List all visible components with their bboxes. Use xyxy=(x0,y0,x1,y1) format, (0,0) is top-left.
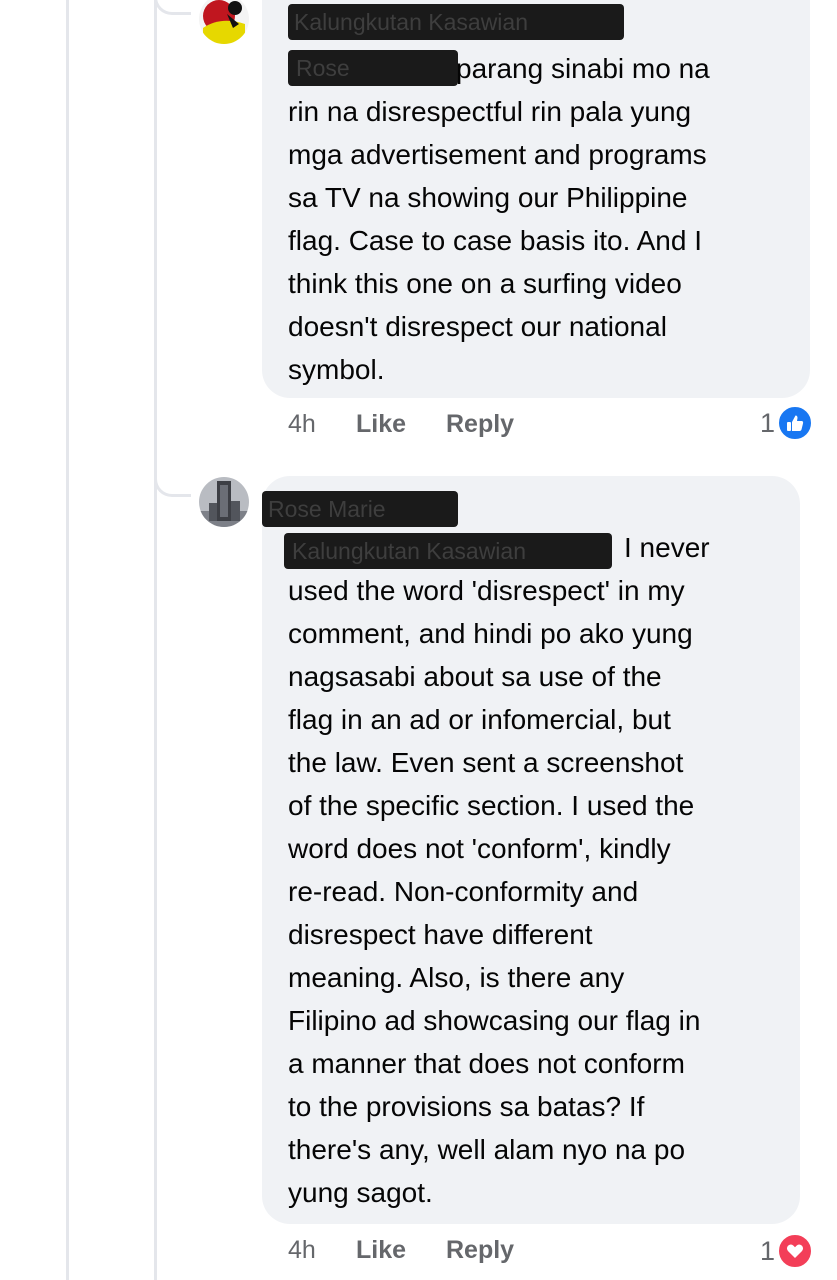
reply-button[interactable]: Reply xyxy=(446,1236,514,1265)
comment-line: Filipino ad showcasing our flag in xyxy=(288,1005,701,1036)
reaction-summary[interactable]: 1 xyxy=(760,405,814,441)
like-button[interactable]: Like xyxy=(356,410,446,439)
reply-connector xyxy=(154,0,191,15)
comment-line: mga advertisement and programs xyxy=(288,139,707,170)
comment-line: of the specific section. I used the xyxy=(288,790,695,821)
comment-line: flag in an ad or infomercial, but xyxy=(288,704,671,735)
comment-line: flag. Case to case basis ito. And I xyxy=(288,225,703,256)
comment-actions: 4h Like Reply xyxy=(288,1236,514,1265)
author-name[interactable]: Kalungkutan Kasawian xyxy=(288,4,624,40)
reply-connector xyxy=(154,462,191,497)
comment-line: word does not 'conform', kindly xyxy=(288,833,671,864)
reaction-count: 1 xyxy=(760,407,776,438)
comment-line: I never xyxy=(624,532,710,563)
reply-button[interactable]: Reply xyxy=(446,410,514,439)
comment-line: re-read. Non-conformity and xyxy=(288,876,639,907)
comment-thread: Kalungkutan Kasawian Rose parang sinabi … xyxy=(0,0,837,1280)
like-icon xyxy=(777,405,814,441)
comment-bubble: Kalungkutan Kasawian Rose parang sinabi … xyxy=(262,0,810,398)
comment-line: doesn't disrespect our national xyxy=(288,311,667,342)
reaction-count: 1 xyxy=(760,1235,776,1266)
comment-line: nagsasabi about sa use of the xyxy=(288,661,662,692)
comment-line: rin na disrespectful rin pala yung xyxy=(288,96,692,127)
comment-text: parang sinabi mo na rin na disrespectful… xyxy=(288,47,710,391)
reply-guide-line xyxy=(154,0,157,1280)
avatar[interactable] xyxy=(199,0,249,44)
comment-line: sa TV na showing our Philippine xyxy=(288,182,688,213)
comment-bubble: Rose Marie Kalungkutan Kasawian I never … xyxy=(262,476,800,1224)
reaction-summary[interactable]: 1 xyxy=(760,1233,814,1269)
like-button[interactable]: Like xyxy=(356,1236,446,1265)
comment-line: symbol. xyxy=(288,354,385,385)
thread-guide-line xyxy=(66,0,69,1280)
avatar[interactable] xyxy=(199,477,249,527)
comment-line: there's any, well alam nyo na po xyxy=(288,1134,686,1165)
comment-line: used the word 'disrespect' in my xyxy=(288,575,685,606)
comment-line: think this one on a surfing video xyxy=(288,268,682,299)
comment-line: parang sinabi mo na xyxy=(456,53,710,84)
comment-line: disrespect have different xyxy=(288,919,593,950)
timestamp[interactable]: 4h xyxy=(288,1236,356,1265)
love-icon xyxy=(777,1233,814,1269)
author-name[interactable]: Rose Marie xyxy=(262,491,458,527)
comment-line: the law. Even sent a screenshot xyxy=(288,747,684,778)
comment-line: meaning. Also, is there any xyxy=(288,962,625,993)
comment-line: a manner that does not conform xyxy=(288,1048,685,1079)
timestamp[interactable]: 4h xyxy=(288,410,356,439)
comment-line: yung sagot. xyxy=(288,1177,433,1208)
comment-line: comment, and hindi po ako yung xyxy=(288,618,693,649)
comment-actions: 4h Like Reply xyxy=(288,410,514,439)
comment-text: I never used the word 'disrespect' in my… xyxy=(288,526,710,1214)
comment-line: to the provisions sa batas? If xyxy=(288,1091,645,1122)
